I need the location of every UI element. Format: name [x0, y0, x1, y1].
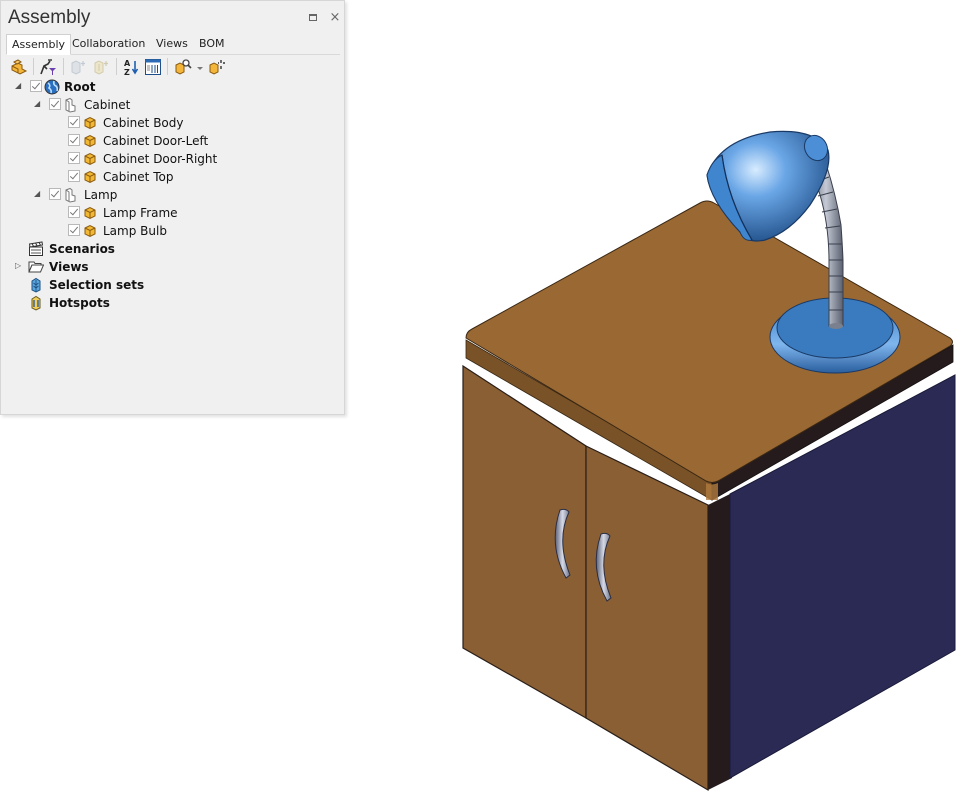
tree-node-root[interactable]: ◢ Root — [1, 78, 341, 96]
tree-node-label: Scenarios — [49, 242, 115, 256]
assembly-icon — [11, 59, 28, 75]
tree-node-label: Views — [49, 260, 89, 274]
part-icon — [84, 170, 96, 184]
properties-button[interactable] — [143, 57, 163, 77]
filter-icon — [40, 59, 56, 75]
collapse-arrow-icon[interactable]: ◢ — [15, 81, 24, 91]
tree-node-label: Cabinet — [84, 98, 131, 112]
part-icon — [84, 134, 96, 148]
tree-node-label: Lamp Frame — [103, 206, 178, 220]
subassembly-icon — [65, 97, 76, 113]
hotspot-icon — [31, 295, 41, 311]
selection-set-icon — [31, 277, 41, 293]
select-part-button[interactable] — [207, 57, 227, 77]
restore-button[interactable] — [307, 11, 321, 25]
cabinet-door-right[interactable] — [585, 445, 709, 792]
visibility-checkbox[interactable] — [30, 80, 42, 92]
svg-text:Z: Z — [124, 68, 130, 77]
collapse-arrow-icon[interactable]: ◢ — [34, 99, 43, 109]
toolbar-separator — [167, 58, 168, 75]
tree-node-part[interactable]: Cabinet Door-Right — [1, 150, 341, 168]
visibility-checkbox[interactable] — [68, 134, 80, 146]
tree-node-label: Selection sets — [49, 278, 145, 292]
toolbar-separator — [116, 58, 117, 75]
tree-node-part[interactable]: Cabinet Top — [1, 168, 341, 186]
visibility-checkbox[interactable] — [68, 152, 80, 164]
visibility-checkbox[interactable] — [49, 188, 61, 200]
restore-icon — [309, 14, 317, 21]
cabinet-side-edge — [708, 493, 732, 790]
toolbar-separator — [33, 58, 34, 75]
panel-tabs: Assembly Collaboration Views BOM — [6, 34, 340, 55]
tree-node-part[interactable]: Lamp Bulb — [1, 222, 341, 240]
tab-assembly[interactable]: Assembly — [6, 34, 72, 55]
toolbar: A Z — [5, 56, 340, 78]
add-hotspot-icon — [94, 60, 108, 75]
visibility-checkbox[interactable] — [68, 170, 80, 182]
tree-node-label: Hotspots — [49, 296, 110, 310]
tree-node-scenarios[interactable]: Scenarios — [1, 240, 341, 258]
tree-node-part[interactable]: Cabinet Body — [1, 114, 341, 132]
part-icon — [84, 206, 96, 220]
add-part-button[interactable] — [68, 57, 88, 77]
sort-button[interactable]: A Z — [121, 57, 141, 77]
tab-bom[interactable]: BOM — [194, 35, 230, 53]
visibility-checkbox[interactable] — [68, 206, 80, 218]
add-hotspot-button[interactable] — [91, 57, 111, 77]
tree-node-part[interactable]: Lamp Frame — [1, 204, 341, 222]
tree-node-label: Root — [64, 80, 96, 94]
model-render — [462, 130, 956, 792]
tree-node-label: Cabinet Door-Right — [103, 152, 218, 166]
subassembly-icon — [65, 187, 76, 203]
collapse-arrow-icon[interactable]: ◢ — [34, 189, 43, 199]
tree-node-part[interactable]: Cabinet Door-Left — [1, 132, 341, 150]
tree-node-label: Cabinet Top — [103, 170, 174, 184]
tree-node-label: Lamp Bulb — [103, 224, 167, 238]
visibility-checkbox[interactable] — [68, 116, 80, 128]
folder-icon — [28, 261, 44, 273]
part-icon — [84, 152, 96, 166]
tab-views[interactable]: Views — [151, 35, 193, 53]
tree-node-selection-sets[interactable]: Selection sets — [1, 276, 341, 294]
panel-title: Assembly — [8, 7, 91, 28]
svg-text:A: A — [124, 59, 131, 68]
select-part-icon — [209, 60, 225, 75]
cabinet-door-left[interactable] — [462, 364, 587, 720]
assembly-button[interactable] — [9, 57, 29, 77]
toolbar-separator — [63, 58, 64, 75]
part-icon — [84, 224, 96, 238]
tree-node-hotspots[interactable]: Hotspots — [1, 294, 341, 312]
tree-node-label: Cabinet Body — [103, 116, 184, 130]
visibility-checkbox[interactable] — [68, 224, 80, 236]
close-button[interactable]: × — [328, 11, 342, 25]
filter-button[interactable] — [38, 57, 58, 77]
visibility-checkbox[interactable] — [49, 98, 61, 110]
tree-node-cabinet[interactable]: ◢ Cabinet — [1, 96, 341, 114]
properties-grid-icon — [145, 59, 161, 75]
tree-node-views[interactable]: ▷ Views — [1, 258, 341, 276]
tree-node-lamp[interactable]: ◢ Lamp — [1, 186, 341, 204]
assembly-panel: Assembly × Assembly Collaboration Views … — [0, 0, 345, 415]
add-part-icon — [71, 60, 85, 75]
tab-collaboration[interactable]: Collaboration — [67, 35, 150, 53]
chevron-down-icon — [197, 67, 203, 70]
find-part-dropdown[interactable] — [195, 57, 205, 77]
3d-viewport[interactable] — [350, 0, 979, 797]
tree-node-label: Cabinet Door-Left — [103, 134, 209, 148]
globe-icon — [44, 79, 60, 95]
sort-az-icon: A Z — [124, 59, 139, 77]
part-icon — [84, 116, 96, 130]
clapperboard-icon — [28, 241, 44, 256]
expand-arrow-icon[interactable]: ▷ — [15, 261, 24, 271]
find-part-button[interactable] — [173, 57, 193, 77]
find-part-icon — [175, 59, 192, 75]
tree-node-label: Lamp — [84, 188, 118, 202]
